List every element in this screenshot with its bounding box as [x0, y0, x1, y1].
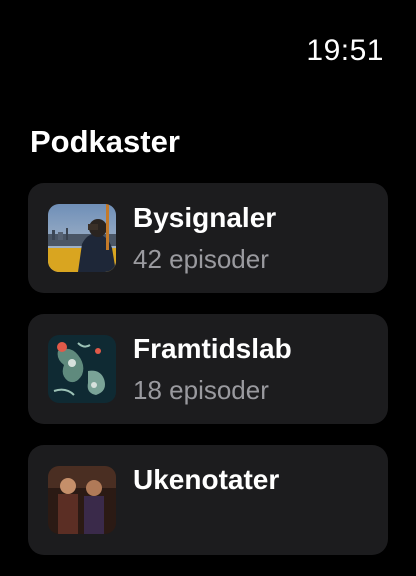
podcast-title: Ukenotater [133, 464, 280, 495]
status-time: 19:51 [306, 34, 384, 67]
podcast-list: Bysignaler 42 episoder Framtidslab 18 ep… [28, 183, 388, 576]
episode-count: 42 episoder [133, 244, 269, 274]
podcast-card-framtidslab[interactable]: Framtidslab 18 episoder [28, 314, 388, 424]
podcast-card-ukenotater[interactable]: Ukenotater [28, 445, 388, 555]
podcast-title: Bysignaler [133, 202, 277, 233]
podcast-artwork [48, 335, 116, 403]
podcast-card-bysignaler[interactable]: Bysignaler 42 episoder [28, 183, 388, 293]
podcast-title: Framtidslab [133, 333, 292, 364]
abstract-map-artwork-icon [48, 335, 116, 403]
podcast-artwork [48, 466, 116, 534]
podcast-artwork [48, 204, 116, 272]
page-title: Podkaster [30, 124, 180, 159]
people-scene-artwork-icon [48, 466, 116, 534]
episode-count: 18 episoder [133, 375, 269, 405]
city-portrait-artwork-icon [48, 204, 116, 272]
